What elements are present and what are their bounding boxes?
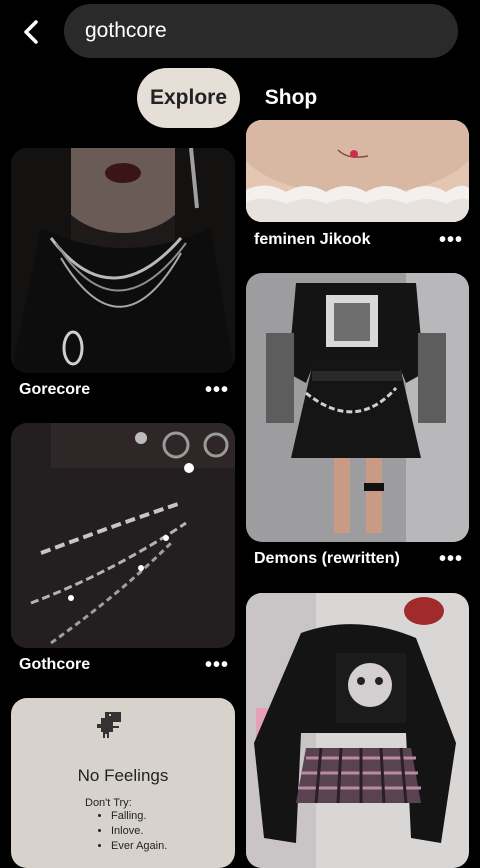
list-item: Ever Again.: [111, 840, 167, 852]
no-feelings-subtitle: Don't Try:: [85, 797, 132, 809]
no-feelings-title: No Feelings: [77, 766, 169, 785]
pin-image-gorecore[interactable]: [11, 148, 235, 373]
more-icon: •••: [204, 654, 229, 676]
search-bar[interactable]: [64, 4, 458, 58]
no-feelings-list: Falling. Inlove. Ever Again.: [111, 810, 167, 855]
list-item: Inlove.: [111, 825, 167, 837]
pin-image-no-feelings[interactable]: No Feelings Don't Try: Falling. Inlove. …: [11, 698, 235, 868]
search-input[interactable]: [85, 19, 458, 43]
list-item: Falling.: [111, 810, 167, 822]
pin-title-feminen-jikook: feminen Jikook: [254, 231, 371, 248]
pin-title-gorecore: Gorecore: [19, 381, 91, 398]
pin-title-gothcore: Gothcore: [19, 656, 91, 673]
tab-explore[interactable]: Explore: [137, 68, 240, 128]
more-icon: •••: [438, 229, 463, 251]
pin-image-gothcore[interactable]: [11, 423, 235, 648]
pin-more-gorecore[interactable]: •••: [202, 380, 232, 400]
pin-title-demons-rewritten: Demons (rewritten): [254, 550, 400, 567]
tab-shop-label: Shop: [264, 86, 318, 109]
more-icon: •••: [438, 548, 463, 570]
pin-more-gothcore[interactable]: •••: [202, 655, 232, 675]
tab-shop[interactable]: Shop: [252, 68, 330, 128]
pin-image-hoodie-outfit[interactable]: [246, 593, 469, 868]
back-button[interactable]: [10, 12, 54, 52]
dinosaur-icon: [97, 712, 121, 738]
pin-image-demons-rewritten[interactable]: [246, 273, 469, 542]
more-icon: •••: [204, 379, 229, 401]
pin-image-feminen-jikook[interactable]: [246, 120, 469, 222]
tab-explore-label: Explore: [149, 86, 228, 109]
chevron-left-icon: [24, 20, 38, 44]
pin-more-demons-rewritten[interactable]: •••: [436, 549, 466, 569]
pin-more-feminen-jikook[interactable]: •••: [436, 230, 466, 250]
